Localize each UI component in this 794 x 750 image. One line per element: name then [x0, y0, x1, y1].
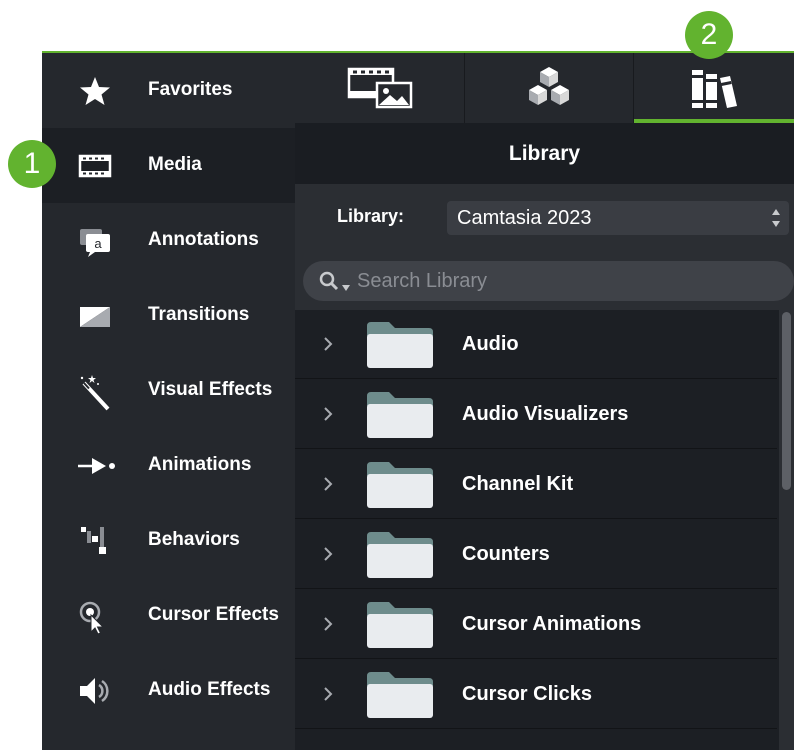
list-item-audio-visualizers[interactable]: Audio Visualizers — [295, 380, 777, 449]
sidebar-item-audio-effects[interactable]: Audio Effects — [42, 653, 295, 728]
library-header: Library — [295, 123, 794, 184]
up-down-arrows-icon — [771, 207, 781, 229]
tab-library[interactable] — [634, 53, 794, 123]
transition-icon — [78, 300, 112, 332]
folder-icon — [367, 322, 433, 368]
cubes-icon — [524, 65, 574, 111]
sidebar-item-label: Audio Effects — [148, 679, 271, 700]
sidebar-item-annotations[interactable]: a Annotations — [42, 203, 295, 278]
folder-icon — [367, 392, 433, 438]
sidebar-item-behaviors[interactable]: Behaviors — [42, 503, 295, 578]
folder-icon — [367, 672, 433, 718]
search-input[interactable] — [357, 268, 757, 294]
list-item-channel-kit[interactable]: Channel Kit — [295, 450, 777, 519]
chevron-right-icon[interactable] — [323, 616, 333, 632]
list-item-label: Audio — [462, 333, 519, 355]
camtasia-panel: Favorites Media a Annotations Transition… — [42, 51, 794, 750]
library-selector-row: Library: Camtasia 2023 — [295, 184, 794, 248]
list-item-label: Cursor Clicks — [462, 683, 593, 705]
svg-text:a: a — [94, 236, 102, 251]
scrollbar[interactable] — [779, 310, 794, 750]
chevron-right-icon[interactable] — [323, 546, 333, 562]
sidebar-item-label: Visual Effects — [148, 379, 273, 400]
search-icon[interactable] — [319, 271, 339, 291]
sidebar-item-animations[interactable]: Animations — [42, 428, 295, 503]
search-row — [295, 248, 794, 310]
media-bin-icon — [347, 67, 413, 109]
sidebar-item-label: Animations — [148, 454, 252, 475]
tab-bar — [295, 53, 794, 123]
tab-media-bin[interactable] — [295, 53, 464, 123]
speaker-icon — [78, 675, 112, 707]
sidebar-item-label: Transitions — [148, 304, 250, 325]
chevron-right-icon[interactable] — [323, 476, 333, 492]
chevron-right-icon[interactable] — [323, 406, 333, 422]
scrollbar-thumb[interactable] — [782, 312, 791, 490]
list-item-label: Audio Visualizers — [462, 403, 629, 425]
sidebar-item-transitions[interactable]: Transitions — [42, 278, 295, 353]
sidebar: Favorites Media a Annotations Transition… — [42, 53, 295, 750]
sidebar-item-favorites[interactable]: Favorites — [42, 53, 295, 128]
film-strip-icon — [78, 150, 112, 182]
sidebar-item-media[interactable]: Media — [42, 128, 295, 203]
chevron-down-icon[interactable] — [342, 278, 350, 291]
folder-icon — [367, 602, 433, 648]
callout-1: 1 — [8, 140, 56, 188]
search-box[interactable] — [303, 261, 794, 301]
list-item-label: Counters — [462, 543, 550, 565]
sidebar-item-label: Behaviors — [148, 529, 240, 550]
callout-2: 2 — [685, 11, 733, 59]
sidebar-item-label: Media — [148, 154, 202, 175]
list-item-audio[interactable]: Audio — [295, 310, 777, 379]
library-label: Library: — [337, 206, 405, 226]
annotation-icon: a — [78, 225, 112, 257]
list-item-label: Channel Kit — [462, 473, 574, 495]
chevron-right-icon[interactable] — [323, 336, 333, 352]
list-item-counters[interactable]: Counters — [295, 520, 777, 589]
folder-icon — [367, 532, 433, 578]
sidebar-item-visual-effects[interactable]: Visual Effects — [42, 353, 295, 428]
sidebar-item-label: Cursor Effects — [148, 604, 279, 625]
behaviors-icon — [78, 523, 112, 555]
sidebar-item-label: Favorites — [148, 79, 233, 100]
list-item-label: Cursor Animations — [462, 613, 642, 635]
cursor-effects-icon — [78, 598, 112, 635]
sidebar-item-label: Annotations — [148, 229, 259, 250]
library-dropdown[interactable]: Camtasia 2023 — [447, 201, 789, 235]
library-list: Audio Audio Visualizers Channel Kit Coun… — [295, 310, 794, 750]
list-item-cursor-clicks[interactable]: Cursor Clicks — [295, 660, 777, 729]
library-dropdown-value: Camtasia 2023 — [457, 207, 592, 229]
magic-wand-icon — [78, 375, 112, 411]
star-icon — [78, 75, 112, 107]
tab-quiz[interactable] — [465, 53, 633, 123]
panel-title: Library — [508, 142, 581, 165]
list-item-cursor-animations[interactable]: Cursor Animations — [295, 590, 777, 659]
chevron-right-icon[interactable] — [323, 686, 333, 702]
sidebar-item-cursor-effects[interactable]: Cursor Effects — [42, 578, 295, 653]
animation-arrow-icon — [78, 450, 115, 482]
folder-icon — [367, 462, 433, 508]
library-books-icon — [689, 66, 743, 110]
